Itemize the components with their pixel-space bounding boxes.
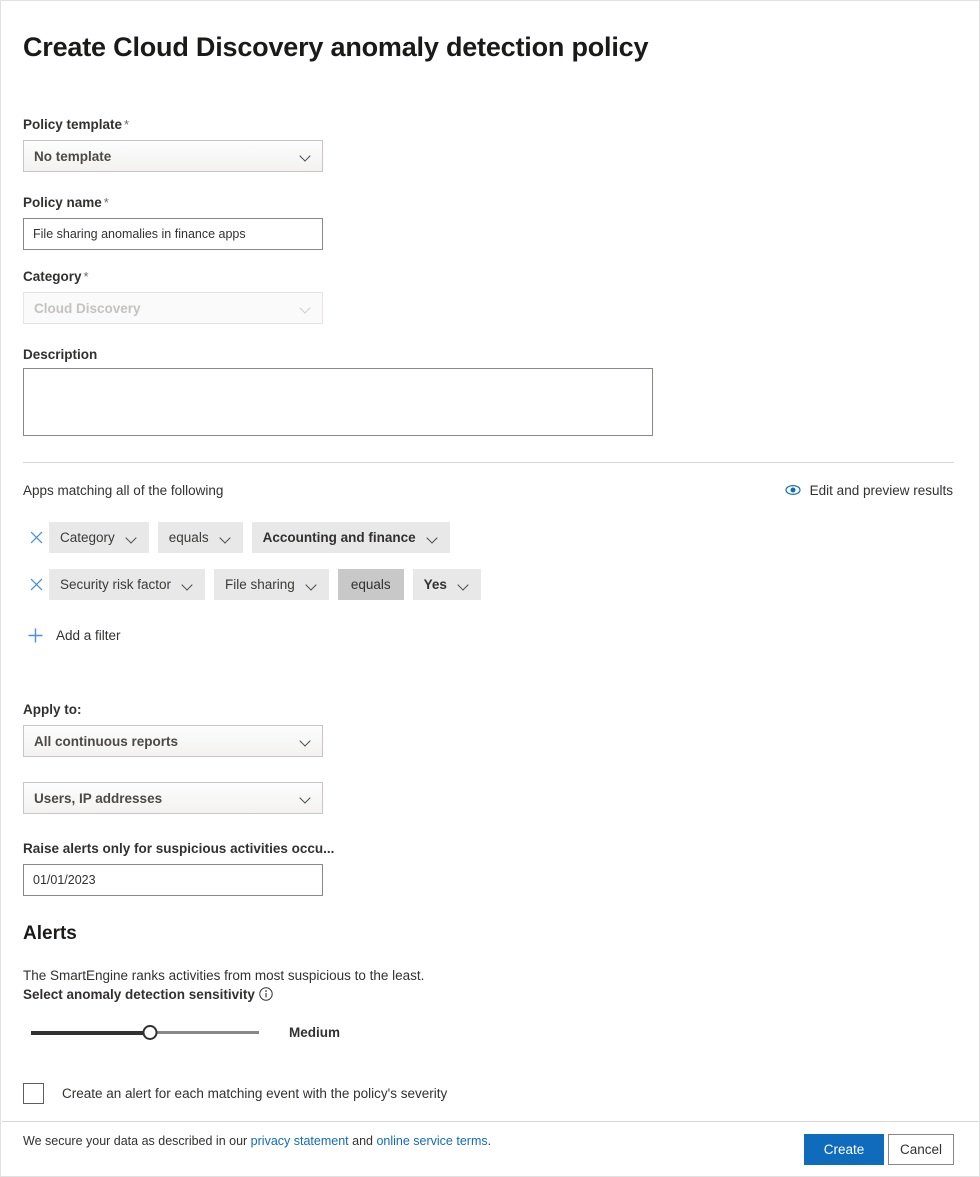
apply-to-scope-value: Users, IP addresses: [34, 791, 294, 806]
create-alert-checkbox[interactable]: [23, 1083, 44, 1104]
apply-to-reports-value: All continuous reports: [34, 734, 294, 749]
filter-row: Category equals Accounting and finance: [23, 522, 459, 553]
create-alert-checkbox-label: Create an alert for each matching event …: [62, 1086, 447, 1101]
remove-filter-button[interactable]: [23, 572, 49, 598]
policy-template-value: No template: [34, 149, 294, 164]
chevron-down-icon: [300, 150, 312, 162]
footer-divider: [2, 1121, 979, 1122]
chevron-down-icon: [458, 579, 470, 591]
chevron-down-icon: [182, 579, 194, 591]
filter-value-pill[interactable]: Accounting and finance: [252, 522, 450, 553]
add-filter-button[interactable]: Add a filter: [27, 627, 121, 644]
filter-subfield-label: File sharing: [225, 577, 295, 592]
filters-header: Apps matching all of the following: [23, 482, 223, 500]
edit-preview-results-link[interactable]: Edit and preview results: [785, 482, 953, 498]
filter-field-label: Security risk factor: [60, 577, 171, 592]
policy-name-input[interactable]: File sharing anomalies in finance apps: [23, 218, 323, 250]
description-label: Description: [23, 346, 97, 364]
apply-to-reports-dropdown[interactable]: All continuous reports: [23, 725, 323, 757]
sensitivity-slider-wrap: Medium: [31, 1023, 340, 1041]
required-asterisk: *: [102, 195, 109, 210]
online-service-terms-link[interactable]: online service terms: [376, 1134, 487, 1148]
required-asterisk: *: [122, 117, 129, 132]
policy-template-label: Policy template*: [23, 116, 129, 134]
category-value: Cloud Discovery: [34, 301, 294, 316]
info-icon[interactable]: [259, 987, 273, 1001]
chevron-down-icon: [300, 302, 312, 314]
filter-row: Security risk factor File sharing equals…: [23, 569, 490, 600]
filter-operator-label: equals: [169, 530, 209, 545]
chevron-down-icon: [427, 532, 439, 544]
raise-alerts-date-value: 01/01/2023: [33, 873, 96, 887]
eye-icon: [785, 482, 801, 498]
sensitivity-slider[interactable]: [31, 1023, 259, 1041]
sensitivity-label-text: Select anomaly detection sensitivity: [23, 987, 255, 1002]
sensitivity-value-label: Medium: [289, 1025, 340, 1040]
filter-operator-pill[interactable]: equals: [338, 569, 404, 600]
edit-preview-results-label: Edit and preview results: [810, 483, 953, 498]
category-label-text: Category: [23, 269, 82, 284]
privacy-statement-link[interactable]: privacy statement: [251, 1134, 349, 1148]
filter-field-pill[interactable]: Security risk factor: [49, 569, 205, 600]
create-alert-checkbox-row[interactable]: Create an alert for each matching event …: [23, 1083, 447, 1104]
footer-note-suffix: .: [488, 1134, 491, 1148]
policy-name-label: Policy name*: [23, 194, 109, 212]
chevron-down-icon: [300, 792, 312, 804]
category-label: Category*: [23, 268, 89, 286]
section-divider: [23, 462, 954, 463]
raise-alerts-date-input[interactable]: 01/01/2023: [23, 864, 323, 896]
policy-name-label-text: Policy name: [23, 195, 102, 210]
slider-track-fill: [31, 1031, 150, 1035]
filter-field-pill[interactable]: Category: [49, 522, 149, 553]
add-filter-label: Add a filter: [56, 628, 121, 643]
chevron-down-icon: [126, 532, 138, 544]
plus-icon: [27, 627, 44, 644]
filter-value-pill[interactable]: Yes: [413, 569, 481, 600]
required-asterisk: *: [82, 269, 89, 284]
page-title: Create Cloud Discovery anomaly detection…: [23, 31, 648, 63]
chevron-down-icon: [300, 735, 312, 747]
apply-to-label: Apply to:: [23, 701, 82, 719]
sensitivity-label: Select anomaly detection sensitivity: [23, 985, 273, 1004]
filter-operator-label: equals: [351, 577, 391, 592]
description-textarea[interactable]: [23, 368, 653, 436]
filter-field-label: Category: [60, 530, 115, 545]
footer-privacy-note: We secure your data as described in our …: [23, 1133, 491, 1150]
footer-note-prefix: We secure your data as described in our: [23, 1134, 251, 1148]
create-button[interactable]: Create: [804, 1134, 884, 1165]
policy-name-value: File sharing anomalies in finance apps: [33, 227, 246, 241]
smartengine-description: The SmartEngine ranks activities from mo…: [23, 966, 424, 985]
filter-subfield-pill[interactable]: File sharing: [214, 569, 329, 600]
policy-template-dropdown[interactable]: No template: [23, 140, 323, 172]
create-policy-page: Create Cloud Discovery anomaly detection…: [0, 0, 980, 1177]
close-icon: [30, 578, 43, 591]
footer-note-middle: and: [349, 1134, 377, 1148]
chevron-down-icon: [306, 579, 318, 591]
category-dropdown: Cloud Discovery: [23, 292, 323, 324]
filter-value-label: Accounting and finance: [263, 530, 416, 545]
slider-thumb[interactable]: [142, 1025, 157, 1040]
policy-template-label-text: Policy template: [23, 117, 122, 132]
chevron-down-icon: [220, 532, 232, 544]
filter-value-label: Yes: [424, 577, 447, 592]
raise-alerts-label: Raise alerts only for suspicious activit…: [23, 840, 334, 858]
apply-to-scope-dropdown[interactable]: Users, IP addresses: [23, 782, 323, 814]
remove-filter-button[interactable]: [23, 525, 49, 551]
cancel-button[interactable]: Cancel: [888, 1134, 954, 1165]
filter-operator-pill[interactable]: equals: [158, 522, 243, 553]
alerts-section-title: Alerts: [23, 922, 77, 946]
close-icon: [30, 531, 43, 544]
